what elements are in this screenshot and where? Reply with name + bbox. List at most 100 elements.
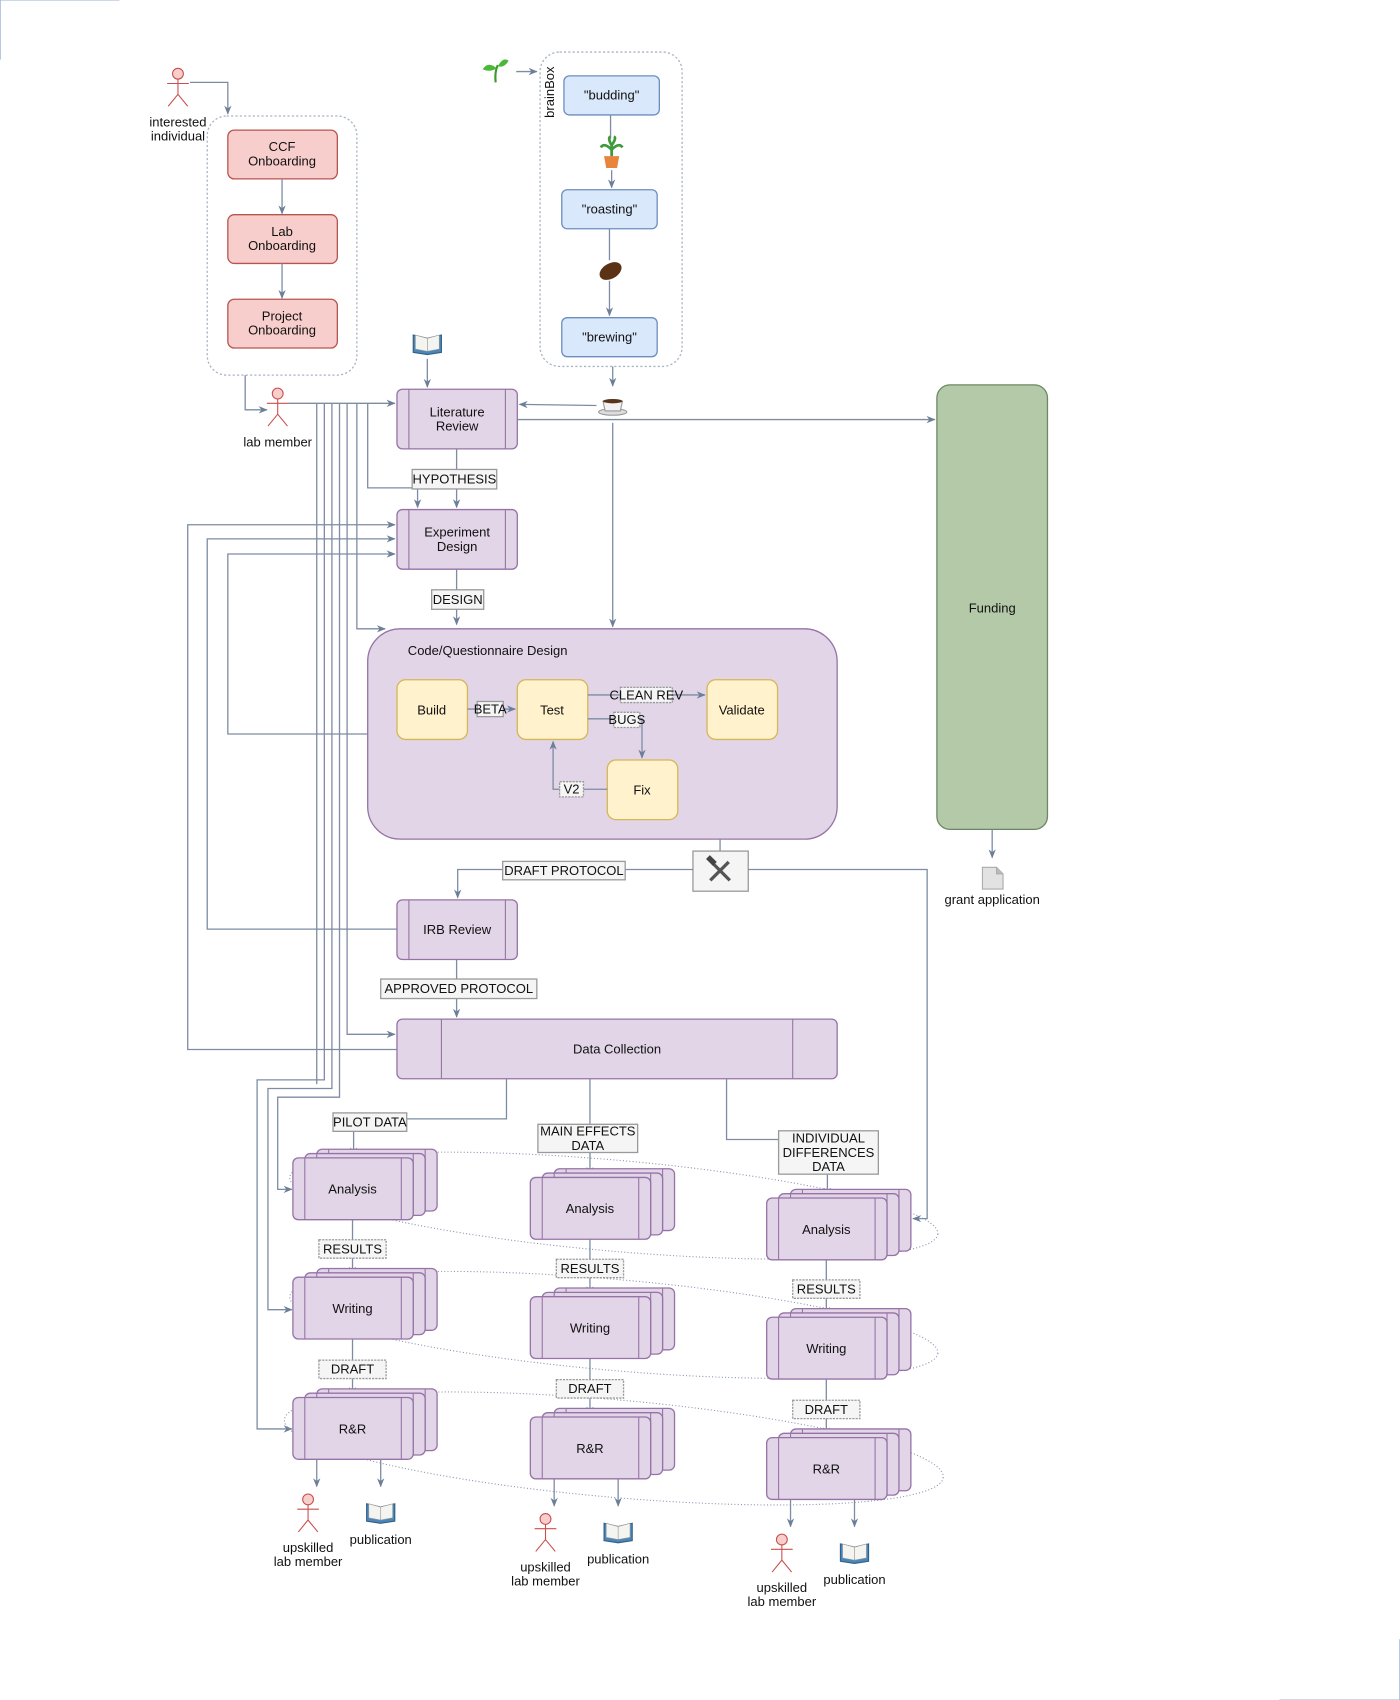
interested-individual-actor — [167, 67, 189, 107]
funding-block[interactable]: Funding — [936, 384, 1049, 831]
brainbox-brewing-label: "brewing" — [582, 330, 637, 345]
upskilled-lab-member-actor — [534, 1512, 557, 1552]
individual-differences-data-label-text: INDIVIDUAL — [792, 1131, 865, 1146]
upskilled-lab-member-actor — [297, 1493, 319, 1533]
code-step-validate[interactable]: Validate — [706, 679, 779, 741]
connector-line — [518, 400, 597, 409]
literature-review[interactable]: LiteratureReview — [396, 388, 518, 450]
main-effects-data-label: MAIN EFFECTSDATA — [537, 1123, 639, 1154]
brainbox-budding-label: "budding" — [584, 88, 640, 103]
clean-rev-label-text: CLEAN REV — [609, 687, 683, 702]
book-icon — [839, 1543, 870, 1564]
upskilled-lab-member-label: lab member — [748, 1594, 817, 1609]
actor-head — [539, 1512, 552, 1525]
irb-review[interactable]: IRB Review — [396, 899, 518, 961]
code-step-build[interactable]: Build — [396, 679, 469, 741]
main-effects-data-label-text: MAIN EFFECTS — [540, 1124, 636, 1139]
onboarding-lab-label: Lab — [271, 224, 293, 239]
rr-3[interactable]: R&R — [766, 1428, 912, 1501]
connector-line — [189, 81, 232, 115]
connector-line — [277, 403, 341, 1193]
funding-label: Funding — [969, 601, 1016, 616]
results-label-1: RESULTS — [318, 1239, 387, 1259]
data-collection-label: Data Collection — [573, 1041, 661, 1056]
experiment-design-label: Experiment — [424, 525, 490, 540]
pilot-data-label: PILOT DATA — [332, 1112, 408, 1132]
analysis-3[interactable]: Analysis — [766, 1188, 912, 1261]
analysis-3-label: Analysis — [802, 1222, 851, 1237]
coffee — [602, 398, 623, 404]
lab-member-label: lab member — [243, 435, 312, 450]
rr-3-label: R&R — [813, 1461, 840, 1476]
tools-icon[interactable] — [692, 850, 749, 892]
publication-label: publication — [587, 1551, 649, 1566]
page-corner — [1279, 1639, 1400, 1700]
upskilled-lab-member-label: upskilled — [283, 1540, 334, 1555]
analysis-2-label: Analysis — [566, 1201, 615, 1216]
analysis-2[interactable]: Analysis — [529, 1168, 676, 1240]
writing-3[interactable]: Writing — [766, 1307, 912, 1380]
hypothesis-label: HYPOTHESIS — [411, 468, 498, 490]
upskilled-lab-member-label: lab member — [274, 1554, 343, 1569]
upskilled-lab-member-label: upskilled — [520, 1560, 571, 1575]
rr-1[interactable]: R&R — [292, 1388, 438, 1460]
onboarding-ccf-label: CCF — [269, 139, 296, 154]
onboarding-ccf[interactable]: CCFOnboarding — [227, 129, 338, 180]
writing-2[interactable]: Writing — [529, 1287, 676, 1360]
onboarding-project[interactable]: ProjectOnboarding — [227, 298, 338, 349]
rr-2[interactable]: R&R — [529, 1407, 676, 1480]
hypothesis-label-text: HYPOTHESIS — [413, 472, 497, 487]
book-icon — [412, 334, 442, 356]
brainbox-roasting-label: "roasting" — [582, 202, 638, 217]
onboarding-project-label: Onboarding — [248, 322, 316, 337]
draft-label-3-text: DRAFT — [805, 1402, 848, 1417]
connector-line — [244, 375, 268, 414]
code-step-test[interactable]: Test — [516, 679, 589, 741]
experiment-design[interactable]: ExperimentDesign — [396, 508, 518, 570]
coffee-bean-icon — [599, 262, 622, 280]
brainbox-budding[interactable]: "budding" — [563, 75, 660, 116]
connector-line — [406, 1078, 508, 1120]
draft-label-2: DRAFT — [555, 1378, 625, 1399]
v2-label: V2 — [558, 781, 585, 798]
main-effects-data-label-text: DATA — [571, 1138, 604, 1153]
bugs-label: BUGS — [608, 711, 646, 729]
data-collection[interactable]: Data Collection — [396, 1018, 838, 1080]
writing-1[interactable]: Writing — [292, 1267, 438, 1340]
page-corner — [0, 0, 120, 60]
draft-label-1: DRAFT — [318, 1359, 387, 1380]
sprout-icon — [482, 59, 509, 83]
publication-label: publication — [350, 1532, 412, 1547]
upskilled-lab-member-label: lab member — [511, 1574, 580, 1589]
book-icon — [366, 1503, 396, 1524]
analysis-1[interactable]: Analysis — [292, 1148, 438, 1221]
connector-line — [356, 403, 386, 633]
onboarding-project-label: Project — [262, 308, 303, 323]
brainbox-brewing[interactable]: "brewing" — [561, 317, 658, 358]
connector-line — [187, 521, 397, 1051]
draft-protocol-label-text: DRAFT PROTOCOL — [504, 863, 623, 878]
publication-label: publication — [823, 1572, 885, 1587]
beta-label-text: BETA — [474, 701, 507, 716]
beta-label: BETA — [474, 700, 507, 718]
brainbox-roasting[interactable]: "roasting" — [561, 189, 658, 230]
results-label-1-text: RESULTS — [323, 1241, 382, 1256]
onboarding-lab[interactable]: LabOnboarding — [227, 214, 338, 265]
onboarding-ccf-label: Onboarding — [248, 153, 316, 168]
actor-head — [302, 1493, 315, 1506]
lab-member-actor — [266, 387, 289, 427]
writing-2-label: Writing — [570, 1320, 610, 1335]
draft-label-2-text: DRAFT — [568, 1381, 611, 1396]
onboarding-lab-label: Onboarding — [248, 238, 316, 253]
grant-application-label: grant application — [944, 892, 1039, 907]
rr-1-label: R&R — [339, 1421, 366, 1436]
book-pages — [368, 1503, 393, 1521]
actor-head — [172, 67, 184, 80]
draft-label-1-text: DRAFT — [331, 1362, 374, 1377]
code-step-fix-label: Fix — [633, 783, 651, 798]
document-icon — [981, 866, 1004, 890]
code-step-fix[interactable]: Fix — [606, 759, 679, 821]
writing-3-label: Writing — [806, 1341, 846, 1356]
clean-rev-label: CLEAN REV — [609, 686, 684, 704]
results-label-3-text: RESULTS — [797, 1281, 856, 1296]
